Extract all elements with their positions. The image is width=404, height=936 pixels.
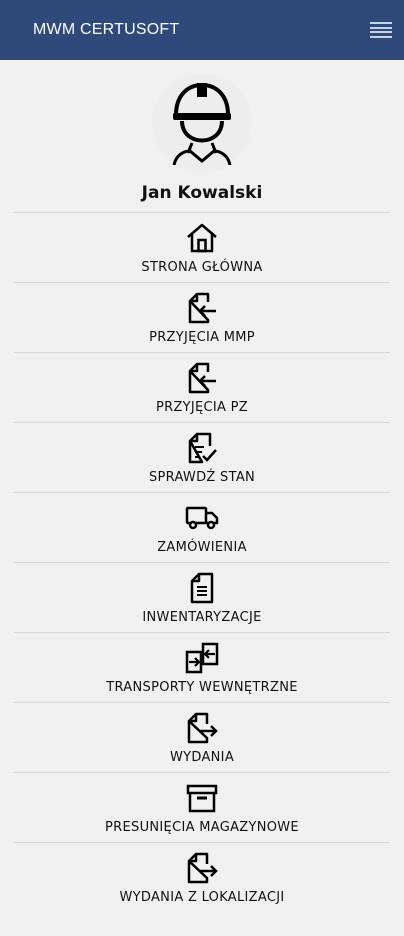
worker-helmet-icon	[152, 73, 252, 173]
hamburger-icon[interactable]	[370, 22, 392, 38]
menu-item-label: PRZYJĘCIA PZ	[155, 400, 249, 415]
home-icon	[185, 221, 219, 255]
menu-item-transporty-wewnetrzne[interactable]: TRANSPORTY WEWNĘTRZNE	[14, 632, 390, 702]
document-incoming-icon	[185, 361, 219, 395]
document-outgoing-icon	[185, 851, 219, 885]
menu-item-label: WYDANIA	[169, 750, 235, 765]
menu-item-label: PRESUNIĘCIA MAGAZYNOWE	[105, 820, 299, 835]
menu-item-label: PRZYJĘCIA MMP	[149, 330, 255, 345]
menu-item-wydania[interactable]: WYDANIA	[14, 702, 390, 772]
menu-item-label: INWENTARYZACJE	[142, 610, 262, 625]
document-check-icon	[185, 431, 219, 465]
menu-item-presuniecia-magazynowe[interactable]: PRESUNIĘCIA MAGAZYNOWE	[14, 772, 390, 842]
menu-item-przyjecia-pz[interactable]: PRZYJĘCIA PZ	[14, 352, 390, 422]
document-list-icon	[185, 571, 219, 605]
menu-item-zamowienia[interactable]: ZAMÓWIENIA	[14, 492, 390, 562]
document-incoming-icon	[185, 291, 219, 325]
menu-item-sprawdz-stan[interactable]: SPRAWDŹ STAN	[14, 422, 390, 492]
menu-item-label: TRANSPORTY WEWNĘTRZNE	[106, 680, 298, 695]
top-bar: MWM CERTUSOFT	[0, 0, 404, 60]
truck-icon	[185, 501, 219, 535]
menu-item-przyjecia-mmp[interactable]: PRZYJĘCIA MMP	[14, 282, 390, 352]
menu-item-label: STRONA GŁÓWNA	[141, 260, 263, 275]
document-outgoing-icon	[185, 711, 219, 745]
user-profile: Jan Kowalski	[0, 60, 404, 212]
user-name: Jan Kowalski	[141, 183, 263, 203]
menu-item-label: WYDANIA Z LOKALIZACJI	[119, 890, 285, 905]
menu-item-inwentaryzacje[interactable]: INWENTARYZACJE	[14, 562, 390, 632]
main-menu: STRONA GŁÓWNA PRZYJĘCIA MMP PRZYJĘCIA PZ	[0, 212, 404, 912]
archive-box-icon	[185, 781, 219, 815]
menu-item-label: ZAMÓWIENIA	[157, 540, 247, 555]
menu-item-home[interactable]: STRONA GŁÓWNA	[14, 212, 390, 282]
transfer-icon	[185, 641, 219, 675]
app-title: MWM CERTUSOFT	[33, 21, 180, 38]
menu-item-wydania-z-lokalizacji[interactable]: WYDANIA Z LOKALIZACJI	[14, 842, 390, 912]
menu-item-label: SPRAWDŹ STAN	[148, 470, 256, 485]
